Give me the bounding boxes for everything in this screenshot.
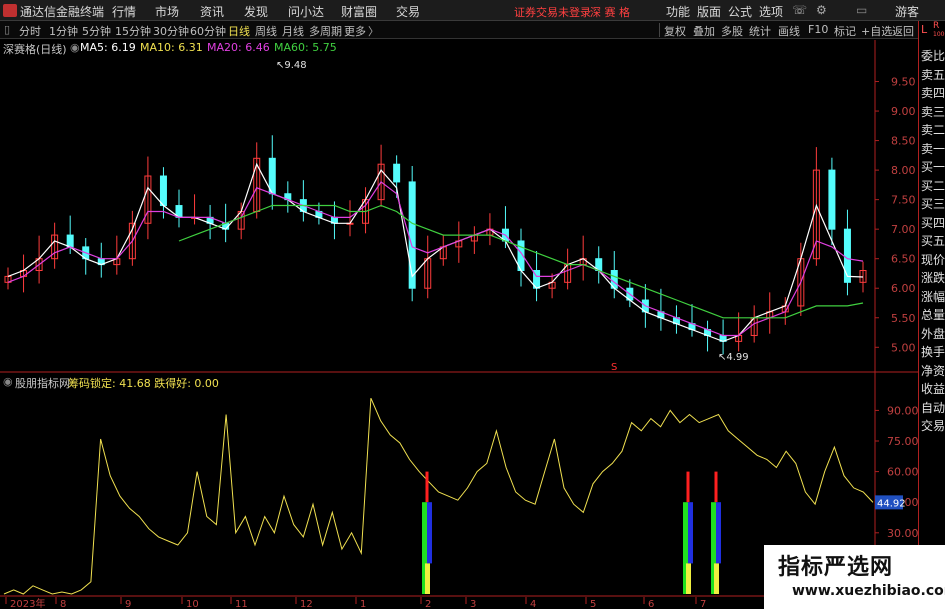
sidebar-item-7[interactable]: 买二 [921,177,945,194]
signal-bar-blue-1 [688,502,693,564]
quote-sidebar: L R 1000 委比卖五卖四卖三卖二卖一买一买二买三买四买五现价涨跌涨幅总量外… [918,21,945,609]
signal-bar-yellow-1 [686,563,691,594]
price-tick-label-3: 8.00 [891,164,916,177]
date-tick-label-8: 3 [470,599,476,609]
signal-bar-yellow-0 [425,563,430,594]
watermark-banner: 指标严选网 www.xuezhibiao.com [764,545,945,609]
price-tick-label-9: 5.00 [891,341,916,354]
price-tick-label-7: 6.00 [891,282,916,295]
indicator-params: 筹码锁定: 41.68 跌得好: 0.00 [68,377,219,390]
sidebar-item-8[interactable]: 买三 [921,195,945,212]
ind-tick-label-0: 90.00 [887,404,918,417]
date-tick-label-4: 11 [235,599,248,609]
date-tick-label-12: 7 [700,599,706,609]
sidebar-l-label[interactable]: L [921,23,927,36]
indicator-dropdown-icon[interactable]: ◉ [3,375,13,388]
sidebar-item-0[interactable]: 委比 [921,47,945,64]
sidebar-item-1[interactable]: 卖五 [921,66,945,83]
ind-tick-label-4: 30.00 [887,527,918,540]
date-tick-label-0: 2023年 [10,597,45,609]
candle-body-25 [393,163,401,183]
sidebar-item-15[interactable]: 外盘 [921,325,945,342]
ma-legend-item-2: MA20: 6.46 [207,41,270,54]
sidebar-r-label[interactable]: R [933,21,939,31]
sidebar-item-16[interactable]: 换手 [921,343,945,360]
ma-legend-item-3: MA60: 5.75 [274,41,337,54]
sidebar-item-11[interactable]: 现价 [921,251,945,268]
candle-body-10 [159,175,167,207]
ma-line-ma20 [7,181,864,337]
dropdown-icon[interactable]: ◉ [70,41,80,54]
price-tick-label-0: 9.50 [891,76,916,89]
watermark-title: 指标严选网 [778,555,894,580]
sidebar-item-3[interactable]: 卖三 [921,103,945,120]
signal-bar-blue-0 [427,502,432,564]
price-tick-label-2: 8.50 [891,135,916,148]
date-tick-label-5: 12 [300,599,313,609]
sidebar-item-9[interactable]: 买四 [921,214,945,231]
sidebar-item-17[interactable]: 净资 [921,362,945,379]
candle-body-4 [66,234,74,248]
current-value-label: 44.92 [877,498,906,509]
sidebar-item-20[interactable]: 交易 [921,417,945,434]
date-tick-label-6: 1 [360,599,366,609]
ma-legend-item-1: MA10: 6.31 [140,41,203,54]
price-tick-label-5: 7.00 [891,223,916,236]
sell-marker: S [611,362,617,373]
price-tick-label-6: 6.50 [891,253,916,266]
price-tick-label-4: 7.50 [891,194,916,207]
indicator-line [3,398,874,595]
chart-area[interactable]: 9.50 9.00 8.50 8.00 7.50 7.00 6.50 6.00 5.50 5.00… [0,0,918,609]
sidebar-item-12[interactable]: 涨跌 [921,269,945,286]
sidebar-item-5[interactable]: 卖一 [921,140,945,157]
sidebar-item-6[interactable]: 买一 [921,158,945,175]
ma-line-ma5 [7,162,864,343]
signal-bar-blue-2 [716,502,721,564]
ind-tick-label-1: 75.00 [887,435,918,448]
sidebar-item-4[interactable]: 卖二 [921,121,945,138]
ind-tick-label-2: 60.00 [887,466,918,479]
date-tick-label-7: 2 [425,599,431,609]
ma-legend-item-0: MA5: 6.19 [80,41,136,54]
sidebar-item-10[interactable]: 买五 [921,232,945,249]
candle-body-53 [828,169,836,230]
low-price-label: ↖4.99 [718,352,749,363]
price-tick-label-8: 5.50 [891,312,916,325]
candle-body-54 [843,228,851,283]
indicator-name[interactable]: 股朋指标网 [15,375,70,391]
sidebar-item-13[interactable]: 涨幅 [921,288,945,305]
date-tick-label-9: 4 [530,599,536,609]
price-tick-label-1: 9.00 [891,105,916,118]
sidebar-item-19[interactable]: 自动 [921,399,945,416]
high-price-label: ↖9.48 [276,60,307,71]
candle-body-26 [408,181,416,289]
date-tick-label-10: 5 [590,599,596,609]
date-tick-label-2: 9 [125,599,131,609]
date-tick-label-11: 6 [648,599,654,609]
date-tick-label-3: 10 [186,599,199,609]
sidebar-1000-label: 1000 [933,31,945,38]
sidebar-item-2[interactable]: 卖四 [921,84,945,101]
sidebar-item-14[interactable]: 总量 [921,306,945,323]
sidebar-item-18[interactable]: 收益 [921,380,945,397]
date-tick-label-1: 8 [60,599,66,609]
stock-title-label: 深赛格(日线) [3,43,67,56]
watermark-url: www.xuezhibiao.com [792,583,945,599]
signal-bar-yellow-2 [714,563,719,594]
